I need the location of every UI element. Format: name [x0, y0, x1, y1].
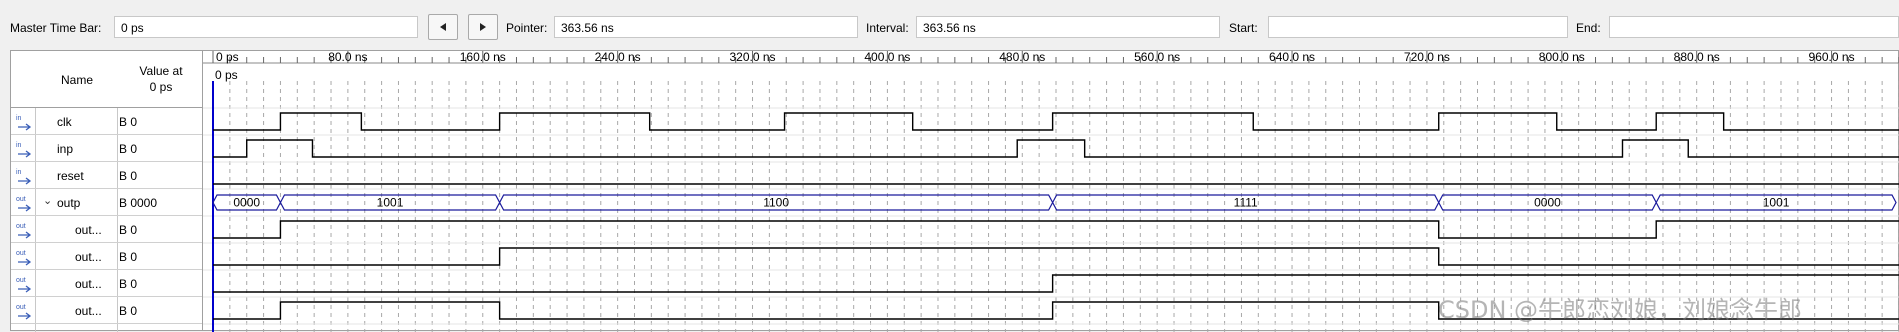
ruler-tick-label: 800.0 ns	[1539, 51, 1585, 64]
value-header-line2: 0 ps	[149, 80, 173, 94]
ruler-tick-label: 560.0 ns	[1134, 51, 1180, 64]
signal-table-header: Name Value at 0 ps	[11, 51, 203, 108]
output-pin-icon: out	[16, 250, 32, 266]
bus-value-label: 1111	[1234, 196, 1258, 210]
signal-row[interactable]: in clk B 0	[11, 108, 203, 135]
ruler-tick-label: 400.0 ns	[864, 51, 910, 64]
input-pin-icon: in	[16, 169, 32, 185]
output-pin-icon: out	[16, 277, 32, 293]
next-transition-button[interactable]	[468, 14, 498, 40]
cursor-time-label: 0 ps	[215, 68, 238, 82]
end-field[interactable]	[1609, 16, 1899, 38]
svg-text:out: out	[16, 250, 26, 257]
triangle-left-icon	[440, 23, 446, 31]
interval-label: Interval:	[866, 21, 909, 35]
svg-text:out: out	[16, 196, 26, 203]
bus-value-label: 0000	[1534, 196, 1561, 210]
toolbar: Master Time Bar: 0 ps Pointer: 363.56 ns…	[0, 0, 1899, 44]
pointer-field[interactable]: 363.56 ns	[554, 16, 858, 38]
ruler-tick-label: 240.0 ns	[595, 51, 641, 64]
ruler-tick-label: 0 ps	[216, 51, 239, 64]
signal-value: B 0	[119, 277, 138, 291]
signal-name: clk	[57, 115, 72, 129]
value-header-line1: Value at	[139, 64, 183, 78]
ruler-tick-label: 640.0 ns	[1269, 51, 1315, 64]
signal-value: B 0000	[119, 196, 158, 210]
bus-value-label: 1001	[1763, 196, 1790, 210]
end-label: End:	[1576, 21, 1601, 35]
signal-name: out...	[75, 223, 102, 237]
signal-value: B 0	[119, 115, 138, 129]
ruler-tick-label: 960.0 ns	[1809, 51, 1855, 64]
triangle-right-icon	[480, 23, 486, 31]
signal-row[interactable]: in inp B 0	[11, 135, 203, 162]
ruler-tick-label: 720.0 ns	[1404, 51, 1450, 64]
input-pin-icon: in	[16, 115, 32, 131]
output-pin-icon: out	[16, 223, 32, 239]
signal-row[interactable]: out out... B 0	[11, 270, 203, 297]
svg-text:in: in	[16, 142, 22, 149]
signal-name: inp	[57, 142, 74, 156]
signal-row[interactable]: out out... B 0	[11, 297, 203, 324]
signal-value: B 0	[119, 169, 138, 183]
svg-text:in: in	[16, 115, 22, 122]
start-label: Start:	[1229, 21, 1258, 35]
signal-value: B 0	[119, 142, 138, 156]
name-column-header[interactable]: Name	[61, 73, 93, 87]
signal-name: out...	[75, 304, 102, 318]
value-column-header[interactable]: Value at 0 ps	[121, 63, 201, 95]
svg-text:out: out	[16, 223, 26, 230]
svg-text:out: out	[16, 277, 26, 284]
watermark: CSDN @牛郎恋刘娘，刘娘念牛郎	[1438, 296, 1803, 324]
bus-value-label: 1100	[763, 196, 789, 210]
interval-field[interactable]: 363.56 ns	[916, 16, 1220, 38]
svg-text:out: out	[16, 304, 26, 311]
pointer-label: Pointer:	[506, 21, 548, 35]
svg-text:in: in	[16, 169, 22, 176]
signal-name: out...	[75, 250, 102, 264]
ruler-tick-label: 320.0 ns	[729, 51, 775, 64]
prev-transition-button[interactable]	[428, 14, 458, 40]
master-time-bar-field[interactable]: 0 ps	[114, 16, 418, 38]
signal-table: Name Value at 0 ps in clk B 0 in inp B 0 in res…	[10, 50, 203, 332]
signal-value: B 0	[119, 304, 138, 318]
ruler-tick-label: 880.0 ns	[1674, 51, 1720, 64]
signal-value: B 0	[119, 223, 138, 237]
signal-value: B 0	[119, 250, 138, 264]
output-pin-icon: out	[16, 304, 32, 320]
output-pin-icon: out	[16, 196, 32, 212]
ruler-tick-label: 80.0 ns	[328, 51, 367, 64]
bus-value-label: 0000	[233, 196, 260, 210]
signal-row[interactable]: in reset B 0	[11, 162, 203, 189]
signal-row[interactable]: out ⌄ outp B 0000	[11, 189, 203, 216]
ruler-tick-label: 160.0 ns	[460, 51, 506, 64]
signal-name: out...	[75, 277, 102, 291]
signal-name: reset	[57, 169, 84, 183]
master-time-bar-label: Master Time Bar:	[10, 21, 102, 35]
signal-name: outp	[57, 196, 81, 210]
signal-row[interactable]: out out... B 0	[11, 216, 203, 243]
chevron-down-icon[interactable]: ⌄	[43, 194, 52, 207]
input-pin-icon: in	[16, 142, 32, 158]
bus-value-label: 1001	[377, 196, 404, 210]
start-field[interactable]	[1268, 16, 1568, 38]
signal-row[interactable]: out out... B 0	[11, 243, 203, 270]
waveform-pane[interactable]: 0 ps 80.0 ns 160.0 ns 240.0 ns 320.0 ns 400.0…	[202, 50, 1899, 332]
ruler-tick-label: 480.0 ns	[999, 51, 1045, 64]
